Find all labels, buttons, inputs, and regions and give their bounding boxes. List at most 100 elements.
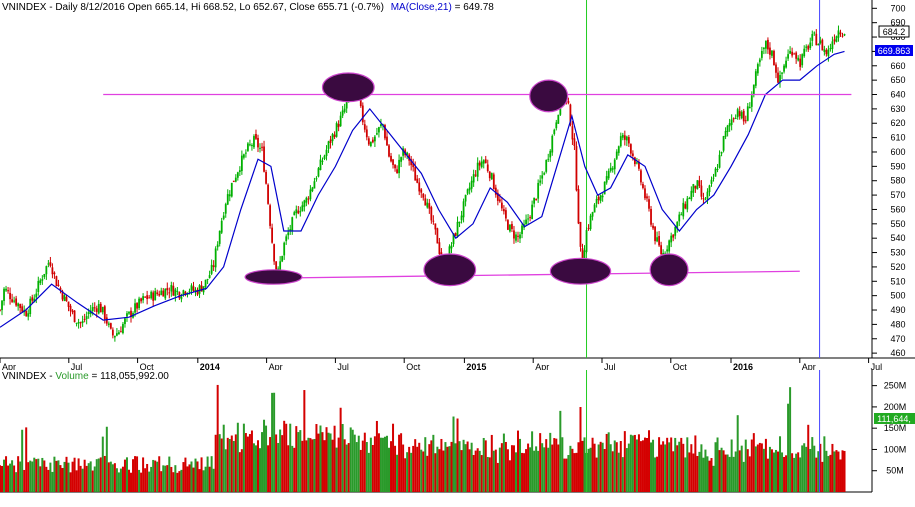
volume-bar <box>224 449 227 492</box>
volume-bar <box>662 441 665 492</box>
volume-bar <box>242 423 245 492</box>
candle-body <box>21 306 24 312</box>
highlight-ellipse <box>423 253 477 287</box>
candle-body <box>817 44 820 46</box>
candle-body <box>734 117 737 119</box>
volume-bar <box>813 445 816 492</box>
volume-bar <box>631 435 634 492</box>
candle-body <box>738 111 741 117</box>
candle-body <box>43 273 46 278</box>
volume-bar <box>539 433 542 492</box>
volume-bar <box>740 445 743 492</box>
candle-body <box>595 198 598 204</box>
volume-bar <box>190 461 193 492</box>
volume-bar <box>57 460 60 492</box>
volume-bar <box>478 450 481 492</box>
volume-bar <box>109 461 112 492</box>
volume-bar <box>537 450 540 492</box>
volume-bar <box>656 456 659 492</box>
candle-body <box>160 290 163 295</box>
volume-bar <box>764 438 767 492</box>
volume-bar <box>827 456 830 492</box>
candle-body <box>519 234 521 239</box>
volume-bar <box>289 423 292 492</box>
candle-body <box>41 279 44 281</box>
volume-bar <box>704 449 707 492</box>
candle-body <box>232 180 235 182</box>
candle-body <box>430 207 433 221</box>
candle-body <box>136 302 138 309</box>
candle-body <box>230 182 233 197</box>
volume-bar <box>787 403 790 492</box>
volume-bar <box>51 471 54 492</box>
y-axis-volume: 50M 100M 150M 200M 250M <box>872 381 906 476</box>
volume-bar <box>841 450 844 492</box>
volume-bar <box>690 444 693 492</box>
candle-body <box>261 146 263 148</box>
volume-bar <box>637 434 640 492</box>
volume-bar <box>692 453 695 492</box>
candle-body <box>718 154 721 168</box>
volume-bar <box>720 447 723 492</box>
candle-body <box>498 199 501 202</box>
volume-bar <box>835 450 838 492</box>
volume-bar <box>797 452 800 492</box>
candle-body <box>71 310 74 313</box>
candle-body <box>1 300 3 311</box>
volume-bar <box>698 451 701 492</box>
candle-body <box>109 323 112 329</box>
candle-body <box>539 180 542 183</box>
candle-body <box>722 136 725 151</box>
candle-body <box>682 202 685 217</box>
candle-body <box>502 209 505 212</box>
candle-body <box>257 137 259 148</box>
candle-body <box>152 292 155 301</box>
candle-body <box>73 310 76 323</box>
volume-bar <box>285 423 288 492</box>
candle-body <box>212 265 215 267</box>
volume-bar <box>321 432 324 492</box>
volume-bar <box>583 437 586 492</box>
candle-body <box>19 304 22 309</box>
volume-bar <box>805 446 808 492</box>
volume-bar <box>283 420 286 492</box>
volume-bar <box>621 457 624 492</box>
volume-bar <box>750 439 753 492</box>
volume-bar <box>339 407 342 492</box>
volume-bar <box>267 445 270 492</box>
volume-bar <box>121 466 124 492</box>
candle-body <box>827 49 830 56</box>
candle-body <box>621 134 624 138</box>
volume-bar <box>738 450 741 492</box>
volume-bar <box>323 440 326 492</box>
candle-body <box>93 307 96 309</box>
volume-bar <box>178 471 181 492</box>
volume-bar <box>458 441 461 492</box>
volume-bar <box>146 463 149 492</box>
volume-bar <box>130 472 133 492</box>
volume-bar <box>113 463 116 492</box>
candle-body <box>476 162 479 177</box>
volume-bar <box>549 432 552 492</box>
candle-body <box>668 240 671 252</box>
candle-body <box>470 180 473 189</box>
volume-bar <box>551 444 554 492</box>
candle-body <box>690 190 693 200</box>
volume-bar <box>168 456 171 492</box>
volume-bar <box>95 459 98 492</box>
volume-bar <box>752 433 755 492</box>
volume-bar <box>702 457 705 492</box>
candle-body <box>825 49 828 55</box>
candle-body <box>244 152 247 154</box>
candle-body <box>182 290 185 295</box>
volume-bar <box>476 448 479 492</box>
candle-body <box>81 320 84 323</box>
price-y-tick-label: 540 <box>890 233 905 243</box>
candle-body <box>541 175 544 179</box>
price-title-prefix: VNINDEX - Daily 8/12/2016 Open 665.14, H… <box>2 2 384 13</box>
candle-body <box>279 261 282 271</box>
volume-bar <box>811 437 814 492</box>
volume-bar <box>839 459 842 492</box>
volume-bar <box>140 472 143 492</box>
candle-body <box>140 298 142 302</box>
